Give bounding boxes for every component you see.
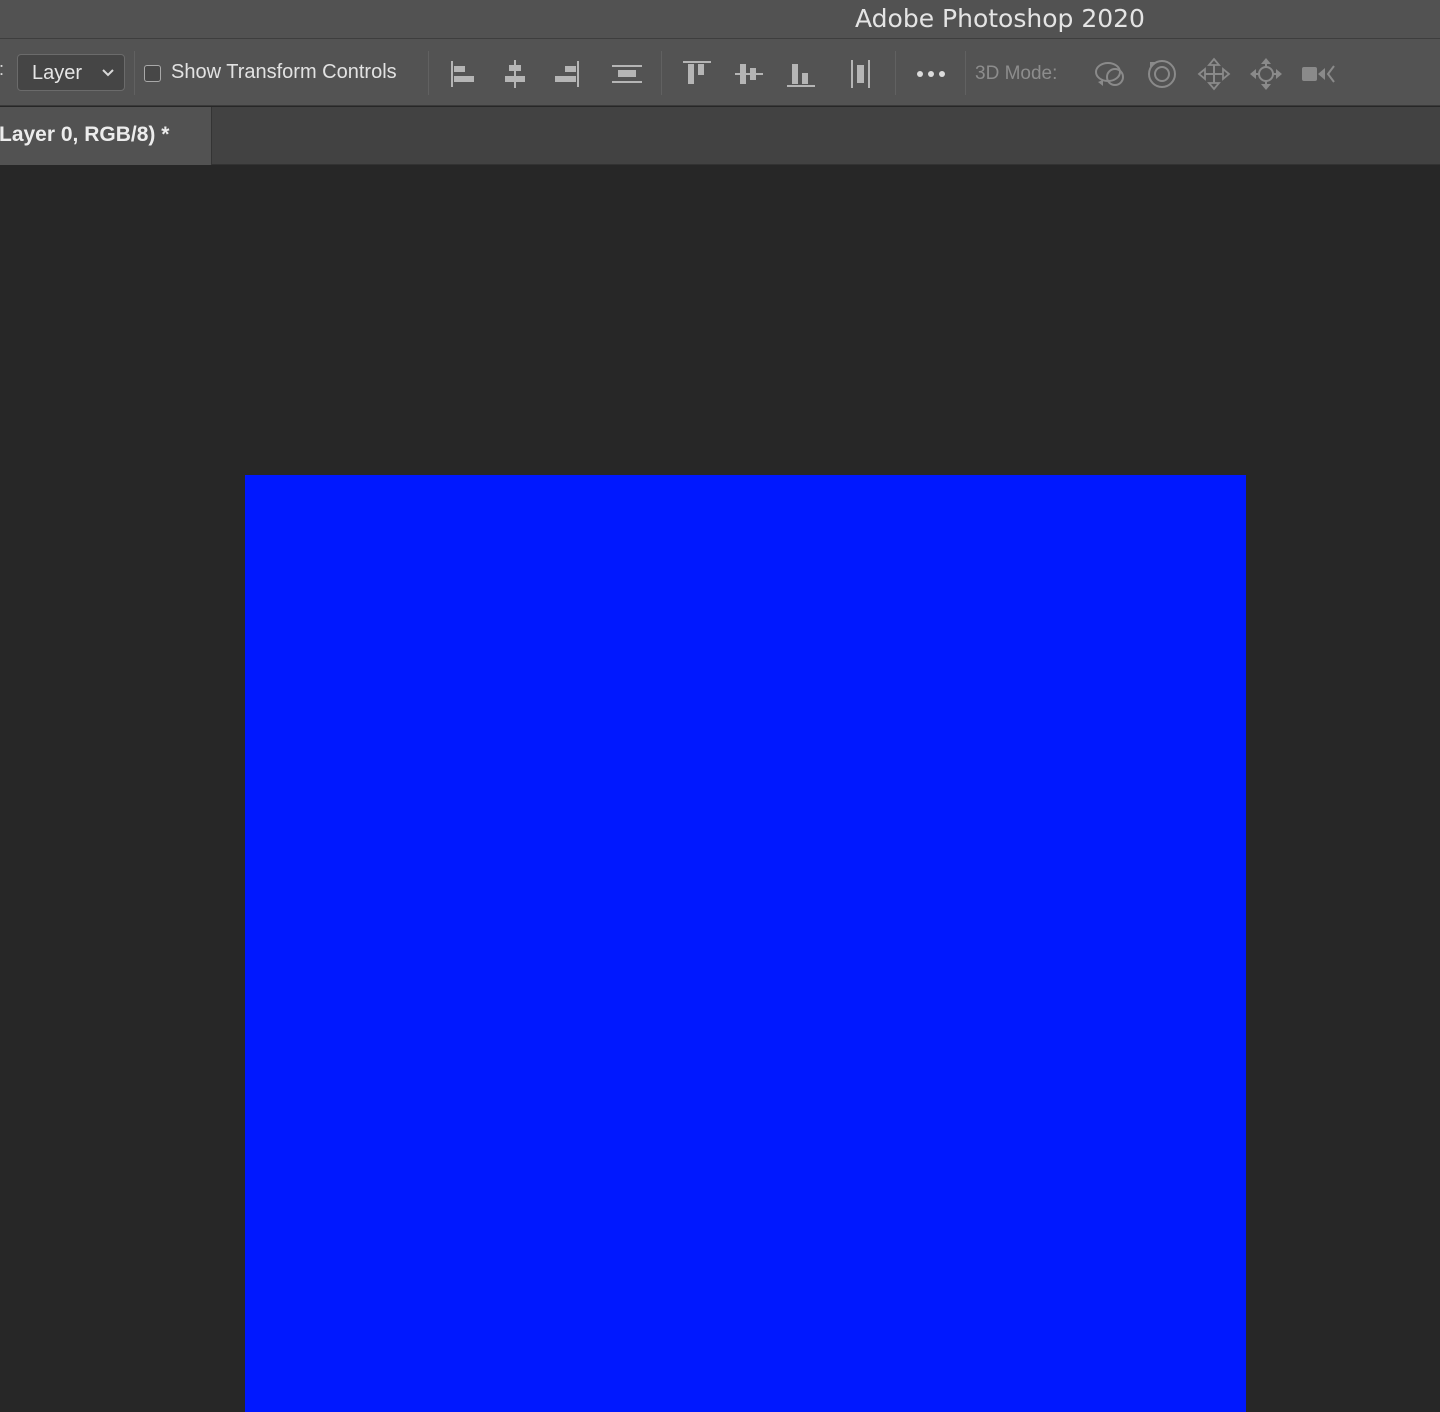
auto-select-target-value: Layer <box>32 62 83 84</box>
align-vertical-centers-icon[interactable] <box>731 56 767 92</box>
show-transform-controls-label[interactable]: Show Transform Controls <box>171 61 397 84</box>
3d-mode-label: 3D Mode: <box>975 63 1058 84</box>
distribute-horizontal-icon[interactable] <box>843 56 879 92</box>
align-right-edges-icon[interactable] <box>549 56 585 92</box>
toolbar-divider <box>661 51 662 95</box>
workspace[interactable] <box>0 166 1440 1412</box>
align-bottom-edges-icon[interactable] <box>783 56 819 92</box>
orbit-3d-icon[interactable] <box>1092 56 1128 92</box>
document-tab-bar: Layer 0, RGB/8) * <box>0 107 1440 165</box>
options-bar: : Layer Show Transform Controls 3D Mode: <box>0 39 1440 106</box>
align-horizontal-centers-icon[interactable] <box>497 56 533 92</box>
title-bar: Adobe Photoshop 2020 <box>0 0 1440 39</box>
distribute-vertical-icon[interactable] <box>609 56 645 92</box>
app-title: Adobe Photoshop 2020 <box>855 4 1145 33</box>
align-left-edges-icon[interactable] <box>445 56 481 92</box>
document-tab-label: Layer 0, RGB/8) * <box>0 123 170 146</box>
document-canvas[interactable] <box>245 475 1246 1412</box>
auto-select-target-dropdown[interactable]: Layer <box>17 54 125 91</box>
show-transform-controls-checkbox[interactable] <box>144 65 161 82</box>
chevron-down-icon <box>102 69 114 77</box>
auto-select-colon: : <box>0 59 4 80</box>
scale-3d-icon[interactable] <box>1300 56 1336 92</box>
document-tab[interactable]: Layer 0, RGB/8) * <box>0 107 212 165</box>
align-top-edges-icon[interactable] <box>679 56 715 92</box>
slide-3d-icon[interactable] <box>1248 56 1284 92</box>
toolbar-divider <box>134 51 135 95</box>
roll-3d-icon[interactable] <box>1144 56 1180 92</box>
drag-3d-icon[interactable] <box>1196 56 1232 92</box>
more-options-icon[interactable] <box>913 56 949 92</box>
toolbar-divider <box>965 51 966 95</box>
toolbar-divider <box>428 51 429 95</box>
toolbar-divider <box>895 51 896 95</box>
